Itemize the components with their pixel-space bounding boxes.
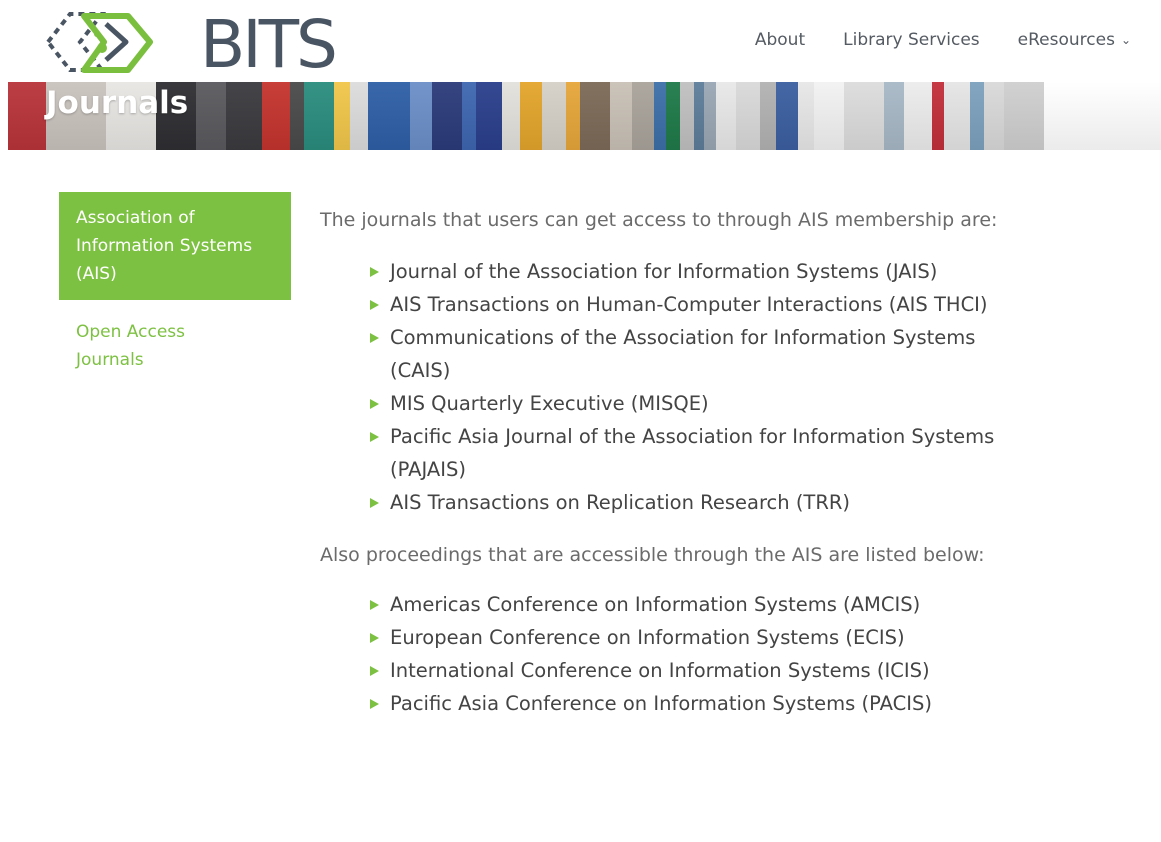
triangle-bullet-icon [370, 399, 379, 409]
list-item: Journal of the Association for Informati… [370, 255, 1000, 288]
list-item: Pacific Asia Journal of the Association … [370, 420, 1000, 486]
nav-about-label: About [754, 30, 806, 50]
triangle-bullet-icon [370, 498, 379, 508]
list-item: Pacific Asia Conference on Information S… [370, 687, 1000, 720]
triangle-bullet-icon [370, 600, 379, 610]
list-item: Americas Conference on Information Syste… [370, 588, 1000, 621]
list-item: International Conference on Information … [370, 654, 1000, 687]
nav-library-services[interactable]: Library Services [843, 30, 980, 50]
sidebar-item-ais[interactable]: Association of Information Systems (AIS) [59, 192, 291, 300]
list-item: European Conference on Information Syste… [370, 621, 1000, 654]
sidebar-nav: Association of Information Systems (AIS)… [59, 192, 291, 374]
main-nav: About Library Services eResources ⌄ [755, 30, 1131, 50]
proceedings-list: Americas Conference on Information Syste… [320, 588, 1000, 720]
logo-wordmark: BITS [200, 6, 338, 83]
journals-intro: The journals that users can get access t… [320, 209, 998, 231]
list-item: AIS Transactions on Replication Research… [370, 486, 1000, 519]
triangle-bullet-icon [370, 699, 379, 709]
list-item: AIS Transactions on Human-Computer Inter… [370, 288, 1000, 321]
bits-logo[interactable]: BITS [44, 6, 338, 83]
triangle-bullet-icon [370, 333, 379, 343]
sidebar-item-open-access-label: Open Access Journals [76, 322, 186, 370]
journals-list: Journal of the Association for Informati… [320, 255, 1000, 519]
proceedings-intro: Also proceedings that are accessible thr… [320, 544, 985, 566]
nav-library-services-label: Library Services [843, 30, 980, 50]
triangle-bullet-icon [370, 666, 379, 676]
sidebar-item-ais-label: Association of Information Systems (AIS) [76, 208, 253, 284]
nav-about[interactable]: About [755, 30, 805, 50]
page-banner: Journals [8, 82, 1161, 150]
chevron-down-icon: ⌄ [1120, 33, 1131, 47]
bits-logo-icon [45, 12, 153, 73]
triangle-bullet-icon [370, 432, 379, 442]
list-item: Communications of the Association for In… [370, 321, 1000, 387]
nav-eresources[interactable]: eResources ⌄ [1018, 30, 1131, 50]
main-content: The journals that users can get access t… [320, 200, 1000, 736]
triangle-bullet-icon [370, 267, 379, 277]
list-item: MIS Quarterly Executive (MISQE) [370, 387, 1000, 420]
sidebar-item-open-access[interactable]: Open Access Journals [59, 300, 253, 374]
triangle-bullet-icon [370, 300, 379, 310]
page-title: Journals [46, 85, 189, 121]
nav-eresources-label: eResources [1017, 30, 1115, 50]
site-header: BITS About Library Services eResources ⌄ [0, 0, 1161, 83]
triangle-bullet-icon [370, 633, 379, 643]
